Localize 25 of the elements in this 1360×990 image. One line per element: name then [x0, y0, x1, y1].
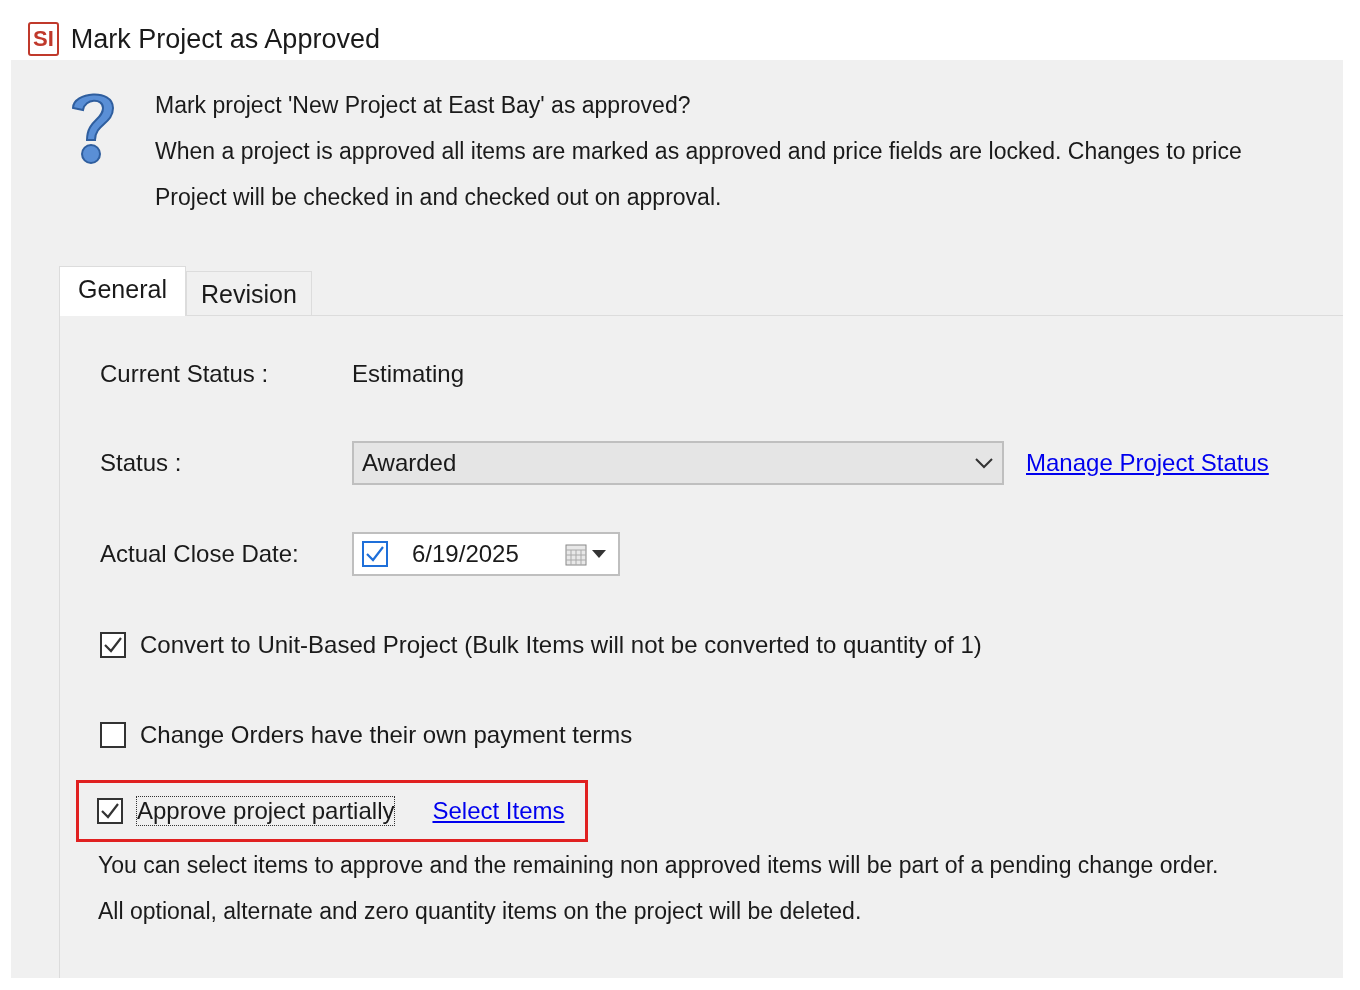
- window-title: Mark Project as Approved: [70, 23, 380, 55]
- field-label: Current Status :: [100, 360, 270, 388]
- tab[interactable]: General: [59, 266, 186, 316]
- checkbox[interactable]: [100, 722, 126, 748]
- note-text: All optional, alternate and zero quantity items on the project will be deleted.: [98, 897, 863, 926]
- option-label[interactable]: Change Orders have their own payment terms: [140, 721, 633, 749]
- field-label: Status :: [100, 449, 183, 477]
- status-value: Estimating: [352, 360, 465, 388]
- checkbox[interactable]: [97, 798, 123, 824]
- app-logo: SI: [28, 22, 59, 56]
- chevron-down-icon: [974, 457, 994, 469]
- select-items-link[interactable]: Select Items: [432, 797, 565, 825]
- option-label[interactable]: Convert to Unit-Based Project (Bulk Items will not be converted to quantity of 1): [140, 631, 982, 659]
- manage-status-link[interactable]: Manage Project Status: [1026, 449, 1269, 477]
- status-dropdown[interactable]: Awarded: [352, 441, 1004, 485]
- option-label[interactable]: Approve project partially: [137, 797, 395, 825]
- date-picker[interactable]: 6/19/2025: [352, 532, 620, 576]
- field-label: Actual Close Date:: [100, 540, 300, 568]
- checkbox[interactable]: [362, 541, 388, 567]
- checkbox[interactable]: [100, 632, 126, 658]
- note-text: You can select items to approve and the remaining non approved items will be part of a pending change order.: [98, 851, 1220, 880]
- message-text: Mark project 'New Project at East Bay' as approved?: [155, 91, 692, 120]
- message-text: Project will be checked in and checked out on approval.: [155, 183, 723, 212]
- tab[interactable]: Revision: [185, 271, 312, 315]
- message-text: When a project is approved all items are marked as approved and price fields are locked. Changes to price: [155, 137, 1242, 166]
